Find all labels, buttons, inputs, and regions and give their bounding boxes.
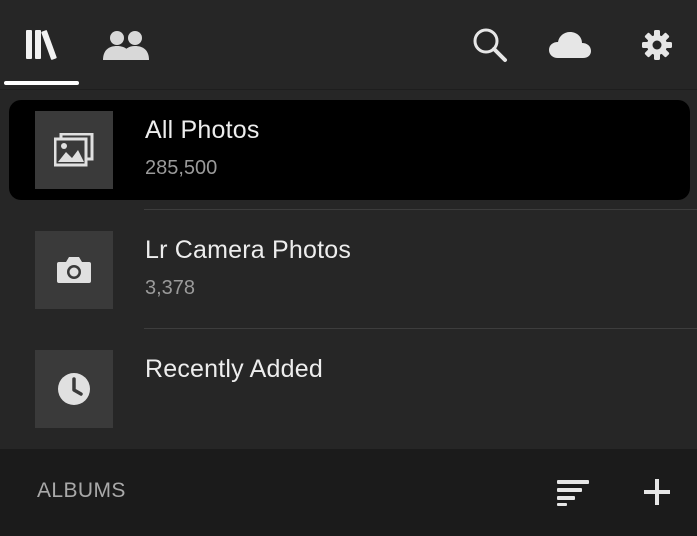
plus-icon xyxy=(644,479,670,505)
collection-count: 3,378 xyxy=(145,277,196,299)
search-button[interactable] xyxy=(467,22,513,68)
collection-title: All Photos xyxy=(145,116,260,144)
collection-title: Recently Added xyxy=(145,355,323,383)
row-divider xyxy=(144,209,697,210)
library-icon xyxy=(26,30,57,60)
collection-thumbnail xyxy=(35,350,113,428)
camera-icon xyxy=(57,257,91,283)
albums-heading: ALBUMS xyxy=(37,479,126,502)
collection-recently-added[interactable]: Recently Added xyxy=(9,339,690,439)
tab-people[interactable] xyxy=(88,0,164,90)
albums-bar: ALBUMS xyxy=(0,449,697,536)
row-divider xyxy=(144,328,697,329)
header-divider xyxy=(0,89,697,90)
top-bar xyxy=(0,0,697,90)
sort-icon xyxy=(557,480,589,506)
collection-thumbnail xyxy=(35,111,113,189)
add-album-button[interactable] xyxy=(635,470,679,514)
collection-count: 285,500 xyxy=(145,157,218,179)
settings-button[interactable] xyxy=(634,22,680,68)
sort-albums-button[interactable] xyxy=(551,470,595,514)
active-tab-indicator xyxy=(4,81,79,85)
collection-thumbnail xyxy=(35,231,113,309)
image-stack-icon xyxy=(54,133,94,167)
cloud-icon xyxy=(549,32,591,58)
collection-lr-camera-photos[interactable]: Lr Camera Photos 3,378 xyxy=(9,220,690,320)
gear-icon xyxy=(642,30,672,60)
search-icon xyxy=(473,28,507,62)
cloud-sync-button[interactable] xyxy=(547,22,593,68)
people-icon xyxy=(103,31,149,60)
tab-library[interactable] xyxy=(4,0,80,90)
collection-title: Lr Camera Photos xyxy=(145,236,352,264)
clock-icon xyxy=(58,373,90,405)
collection-all-photos[interactable]: All Photos 285,500 xyxy=(9,100,690,200)
